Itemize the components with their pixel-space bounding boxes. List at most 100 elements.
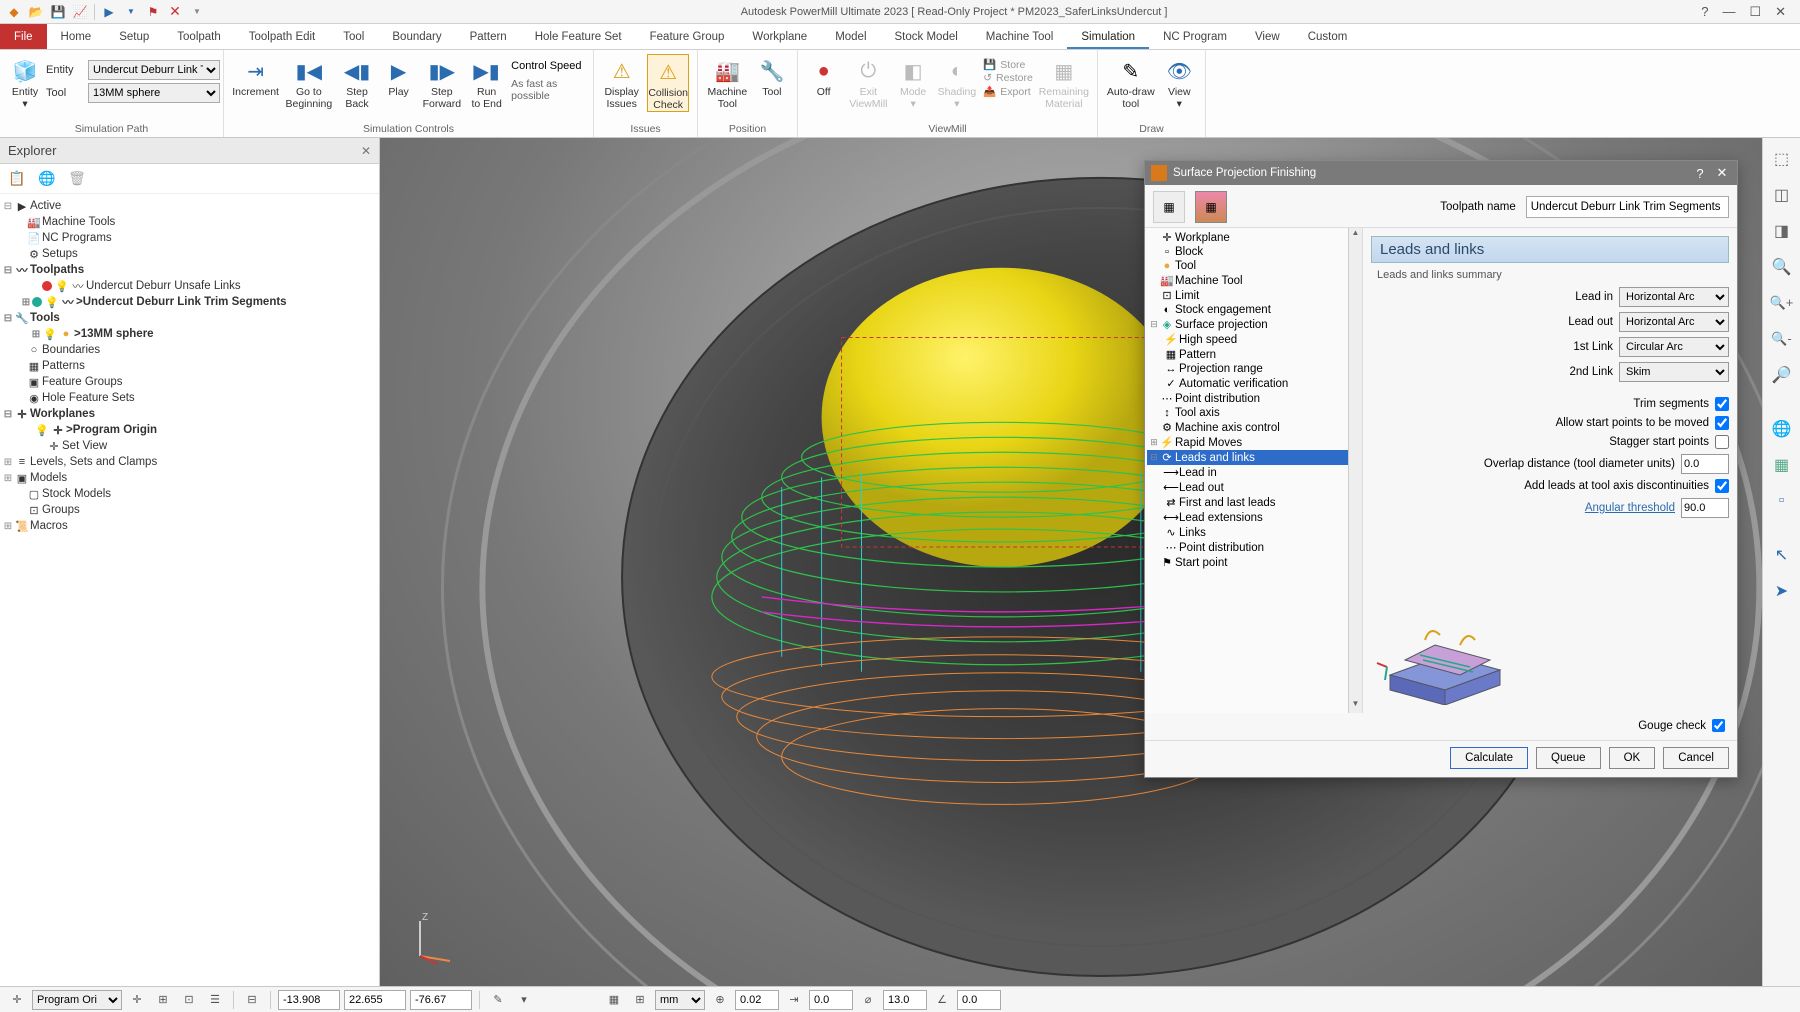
sb-ang-icon[interactable]: ∠: [931, 990, 953, 1010]
block-icon[interactable]: ▫: [1767, 486, 1797, 516]
help-icon[interactable]: ?: [1701, 4, 1708, 20]
dt-point-dist2[interactable]: ⋯Point distribution: [1147, 540, 1360, 555]
dt-links[interactable]: ∿Links: [1147, 525, 1360, 540]
chart-icon[interactable]: 📈: [70, 2, 90, 22]
zoom-in-icon[interactable]: 🔍+: [1767, 288, 1797, 318]
dt-start-pt[interactable]: ⚑Start point: [1147, 555, 1360, 570]
select-icon[interactable]: ➤: [1767, 576, 1797, 606]
tree-nc-programs[interactable]: 📄NC Programs: [2, 230, 377, 246]
allow-start-check[interactable]: [1715, 416, 1729, 430]
iso2-icon[interactable]: ◫: [1767, 180, 1797, 210]
zoom-window-icon[interactable]: 🔎: [1767, 360, 1797, 390]
sb-ic8[interactable]: ▦: [603, 990, 625, 1010]
entity-select[interactable]: Undercut Deburr Link Tr: [88, 60, 220, 80]
tree-hole-feature[interactable]: ◉Hole Feature Sets: [2, 390, 377, 406]
explorer-tb3-icon[interactable]: 🗑: [66, 168, 88, 190]
tab-setup[interactable]: Setup: [105, 24, 163, 49]
tree-macros[interactable]: ⊞📜Macros: [2, 518, 377, 534]
maximize-icon[interactable]: ☐: [1749, 4, 1761, 20]
dt-mach-axis[interactable]: ⚙Machine axis control: [1147, 420, 1360, 435]
lead-in-select[interactable]: Horizontal Arc: [1619, 287, 1729, 307]
tab-toolpath-edit[interactable]: Toolpath Edit: [235, 24, 330, 49]
tree-tp-unsafe[interactable]: 💡〰Undercut Deburr Unsafe Links: [2, 278, 377, 294]
close-icon[interactable]: ✕: [1775, 4, 1786, 20]
sb-wp-icon[interactable]: ✛: [6, 990, 28, 1010]
tree-tools[interactable]: ⊟🔧Tools: [2, 310, 377, 326]
sb-ic4[interactable]: ☰: [204, 990, 226, 1010]
qat-more-icon[interactable]: ▼: [187, 2, 207, 22]
dt-tool-axis[interactable]: ↕Tool axis: [1147, 406, 1360, 420]
sb-ic6[interactable]: ✎: [487, 990, 509, 1010]
save-icon[interactable]: 💾: [48, 2, 68, 22]
sb-thick-icon[interactable]: ⇥: [783, 990, 805, 1010]
tab-nc-program[interactable]: NC Program: [1149, 24, 1241, 49]
ok-button[interactable]: OK: [1609, 747, 1656, 769]
mode-button[interactable]: ◧Mode▾: [895, 54, 930, 110]
overlap-input[interactable]: [1681, 454, 1729, 474]
tab-tool[interactable]: Tool: [329, 24, 378, 49]
tree-tool13[interactable]: ⊞💡●> 13MM sphere: [2, 326, 377, 342]
dt-rapid[interactable]: ⊞⚡Rapid Moves: [1147, 435, 1360, 450]
calculate-button[interactable]: Calculate: [1450, 747, 1528, 769]
tab-boundary[interactable]: Boundary: [378, 24, 455, 49]
tree-machine-tools[interactable]: 🏭Machine Tools: [2, 214, 377, 230]
autodraw-button[interactable]: ✎Auto-drawtool: [1106, 54, 1156, 110]
tree-active[interactable]: ⊟▶Active: [2, 198, 377, 214]
tab-pattern[interactable]: Pattern: [456, 24, 521, 49]
sb-ic9[interactable]: ⊞: [629, 990, 651, 1010]
dt-machine-tool[interactable]: 🏭Machine Tool: [1147, 273, 1360, 288]
tool-pos-button[interactable]: 🔧Tool: [755, 54, 789, 99]
tree-boundaries[interactable]: ○Boundaries: [2, 342, 377, 358]
play-button[interactable]: ▶Play: [382, 54, 416, 99]
trim-segments-check[interactable]: [1715, 397, 1729, 411]
explorer-close-icon[interactable]: ✕: [361, 144, 371, 158]
dt-limit[interactable]: ⊡Limit: [1147, 288, 1360, 303]
dt-auto-ver[interactable]: ✓Automatic verification: [1147, 376, 1360, 391]
first-link-select[interactable]: Circular Arc: [1619, 337, 1729, 357]
dt-proj-range[interactable]: ↔Projection range: [1147, 362, 1360, 376]
dlg-mode1-icon[interactable]: ▦: [1153, 191, 1185, 223]
goto-beginning-button[interactable]: ▮◀Go toBeginning: [285, 54, 332, 110]
cancel-button[interactable]: Cancel: [1663, 747, 1729, 769]
dt-lead-ext[interactable]: ⟷Lead extensions: [1147, 510, 1360, 525]
tree-patterns[interactable]: ▦Patterns: [2, 358, 377, 374]
store-button[interactable]: 💾 Store: [983, 58, 1033, 71]
tab-simulation[interactable]: Simulation: [1067, 24, 1149, 49]
zoom-out-icon[interactable]: 🔍-: [1767, 324, 1797, 354]
step-forward-button[interactable]: ▮▶StepForward: [422, 54, 462, 110]
dialog-close-icon[interactable]: ✕: [1711, 165, 1733, 181]
play-qat-icon[interactable]: ▶: [99, 2, 119, 22]
remaining-material-button[interactable]: ▦RemainingMaterial: [1039, 54, 1089, 110]
iso3-icon[interactable]: ◨: [1767, 216, 1797, 246]
angular-threshold-link[interactable]: Angular threshold: [1585, 502, 1675, 514]
tab-view[interactable]: View: [1241, 24, 1294, 49]
dt-workplane[interactable]: ✛Workplane: [1147, 230, 1360, 245]
dt-pattern[interactable]: ▦Pattern: [1147, 347, 1360, 362]
restore-button[interactable]: ↺ Restore: [983, 72, 1033, 84]
run-to-end-button[interactable]: ▶▮Runto End: [468, 54, 505, 110]
dialog-help-icon[interactable]: ?: [1689, 166, 1711, 181]
sb-units-select[interactable]: mm: [655, 990, 705, 1010]
dt-surf-proj[interactable]: ⊟◈Surface projection: [1147, 317, 1360, 332]
dt-block[interactable]: ▫Block: [1147, 245, 1360, 259]
dropdown-icon[interactable]: ▼: [121, 2, 141, 22]
sb-ic2[interactable]: ⊞: [152, 990, 174, 1010]
add-leads-check[interactable]: [1715, 479, 1729, 493]
machine-tool-button[interactable]: 🏭MachineTool: [706, 54, 749, 110]
tree-levels[interactable]: ⊞≡Levels, Sets and Clamps: [2, 454, 377, 470]
toolpath-name-input[interactable]: [1526, 196, 1729, 218]
dt-lead-out[interactable]: ⟵Lead out: [1147, 480, 1360, 495]
collision-check-button[interactable]: ⚠CollisionCheck: [647, 54, 689, 112]
open-icon[interactable]: 📂: [26, 2, 46, 22]
tab-home[interactable]: Home: [47, 24, 106, 49]
tree-prog-origin[interactable]: 💡✛> Program Origin: [2, 422, 377, 438]
tree-feature-groups[interactable]: ▣Feature Groups: [2, 374, 377, 390]
tab-hole-feature-set[interactable]: Hole Feature Set: [521, 24, 636, 49]
tab-stock-model[interactable]: Stock Model: [881, 24, 972, 49]
minimize-icon[interactable]: —: [1722, 4, 1735, 20]
exit-viewmill-button[interactable]: ⏻ExitViewMill: [847, 54, 889, 110]
tree-stock-models[interactable]: ▢Stock Models: [2, 486, 377, 502]
dt-tool[interactable]: ●Tool: [1147, 259, 1360, 273]
globe-icon[interactable]: 🌐: [1767, 414, 1797, 444]
tree-models[interactable]: ⊞▣Models: [2, 470, 377, 486]
